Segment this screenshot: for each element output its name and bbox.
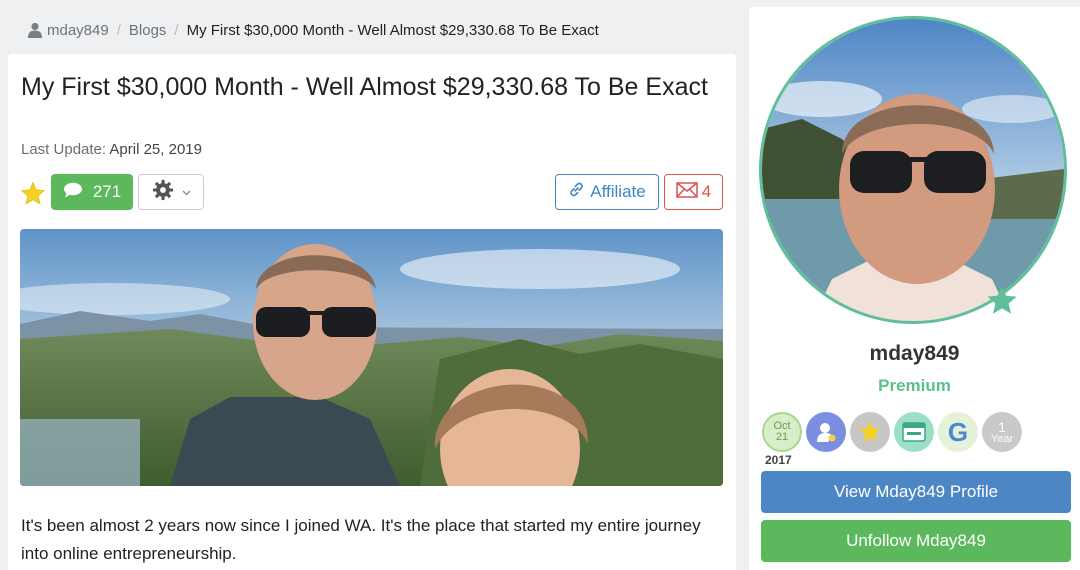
breadcrumb: mday849 / Blogs / My First $30,000 Month… (28, 19, 599, 41)
settings-dropdown-button[interactable] (138, 174, 204, 210)
affiliate-label: Affiliate (590, 182, 646, 201)
view-profile-button[interactable]: View Mday849 Profile (761, 471, 1071, 513)
breadcrumb-current: My First $30,000 Month - Well Almost $29… (186, 21, 599, 39)
profile-avatar[interactable] (759, 16, 1067, 324)
breadcrumb-user-link[interactable]: mday849 (47, 22, 109, 39)
comment-bubble-icon (63, 182, 83, 203)
comments-count: 271 (92, 182, 122, 201)
website-badge-icon (894, 412, 934, 452)
post-photo (20, 229, 723, 486)
comments-button[interactable]: 271 (51, 174, 133, 210)
years-number: 1 (998, 418, 1006, 435)
breadcrumb-separator: / (174, 21, 179, 39)
breadcrumb-separator: / (116, 21, 121, 39)
profile-sidebar: mday849 Premium Oct 21 2017 G 1 Year Vie… (749, 7, 1080, 570)
messages-button[interactable]: 4 (664, 174, 723, 210)
years-member-badge: 1 Year (982, 412, 1022, 452)
post-body: It's been almost 2 years now since I joi… (21, 516, 701, 563)
google-badge: G (938, 412, 978, 452)
unfollow-button[interactable]: Unfollow Mday849 (761, 520, 1071, 562)
post-card: My First $30,000 Month - Well Almost $29… (8, 54, 736, 570)
years-label: Year (990, 432, 1014, 445)
last-update-date: April 25, 2019 (109, 141, 202, 158)
last-update: Last Update: April 25, 2019 (21, 141, 202, 158)
affiliate-badge-icon (806, 412, 846, 452)
breadcrumb-blogs-link[interactable]: Blogs (129, 22, 167, 39)
last-update-label: Last Update: (21, 141, 107, 158)
premium-star-icon (985, 284, 1019, 318)
profile-username[interactable]: mday849 (749, 342, 1080, 366)
join-day: 21 (775, 431, 789, 443)
user-icon (28, 22, 42, 38)
favorite-star-icon[interactable] (20, 181, 46, 207)
link-icon (568, 181, 585, 203)
messages-count: 4 (701, 182, 712, 201)
gear-icon (152, 179, 174, 206)
join-year: 2017 (765, 453, 792, 467)
chevron-down-icon (182, 183, 191, 201)
envelope-icon (676, 181, 698, 203)
post-title: My First $30,000 Month - Well Almost $29… (21, 73, 708, 101)
join-date-badge: Oct 21 (762, 412, 802, 452)
membership-level: Premium (878, 376, 951, 395)
star-badge-icon (850, 412, 890, 452)
affiliate-button[interactable]: Affiliate (555, 174, 659, 210)
